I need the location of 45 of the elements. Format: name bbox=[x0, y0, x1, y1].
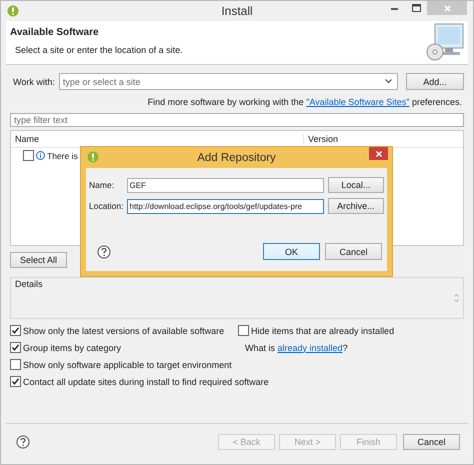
close-button[interactable] bbox=[369, 147, 388, 160]
field-label: Location: bbox=[89, 201, 124, 211]
field-label: Name: bbox=[89, 180, 116, 190]
column-header[interactable]: Version bbox=[304, 134, 338, 144]
help-icon[interactable] bbox=[16, 435, 30, 449]
link[interactable]: "Available Software Sites" bbox=[306, 97, 410, 107]
checkbox[interactable] bbox=[10, 376, 21, 387]
minimize-icon[interactable] bbox=[390, 6, 398, 10]
column-header[interactable]: Name bbox=[11, 134, 304, 144]
checkbox-label[interactable]: Show only software applicable to target environment bbox=[23, 360, 232, 370]
checkbox-label[interactable]: Show only the latest versions of available software bbox=[23, 326, 224, 336]
checkbox-label[interactable]: Group items by category bbox=[23, 342, 122, 352]
browse-button[interactable]: Archive... bbox=[328, 198, 384, 214]
checkbox-label[interactable]: Contact all update sites during install to find required software bbox=[23, 376, 269, 386]
page-subtitle: Select a site or enter the location of a site. bbox=[15, 45, 184, 55]
page-title: Available Software bbox=[10, 27, 100, 38]
filter-field[interactable]: type filter text bbox=[10, 113, 464, 127]
hint-text: Find more software by working with the "Available Software Sites" preferences. bbox=[148, 97, 462, 107]
checkbox[interactable] bbox=[10, 325, 21, 336]
select-all-button[interactable]: Select All bbox=[10, 252, 67, 268]
dialog-title: Add Repository bbox=[197, 152, 276, 164]
text-field[interactable]: http://download.eclipse.org/tools/gef/updates-pre bbox=[126, 198, 324, 214]
checkbox[interactable] bbox=[10, 359, 21, 370]
add-button[interactable]: Add... bbox=[406, 73, 464, 90]
close-icon[interactable] bbox=[376, 150, 382, 156]
text-field[interactable]: GEF bbox=[126, 178, 324, 192]
field-label: Work with: bbox=[13, 76, 55, 86]
app-icon bbox=[7, 5, 19, 17]
cancel-button[interactable]: Cancel bbox=[403, 434, 460, 450]
cancel-button[interactable]: Cancel bbox=[325, 243, 382, 260]
link[interactable]: already installed bbox=[278, 342, 343, 352]
window-title: Install bbox=[221, 4, 253, 18]
checkbox[interactable] bbox=[238, 325, 249, 336]
checkbox[interactable] bbox=[23, 150, 34, 161]
table-cell: There is bbox=[47, 150, 78, 160]
browse-button[interactable]: Local... bbox=[328, 177, 384, 193]
help-icon[interactable] bbox=[97, 244, 111, 258]
hint-text: What is already installed? bbox=[245, 342, 348, 352]
ok-button[interactable]: OK bbox=[263, 243, 320, 260]
checkbox-label[interactable]: Hide items that are already installed bbox=[251, 326, 394, 336]
maximize-icon[interactable] bbox=[412, 4, 420, 12]
app-icon bbox=[87, 151, 99, 163]
checkbox[interactable] bbox=[10, 342, 21, 353]
group-label: Details bbox=[15, 279, 43, 291]
info-icon bbox=[36, 151, 45, 160]
